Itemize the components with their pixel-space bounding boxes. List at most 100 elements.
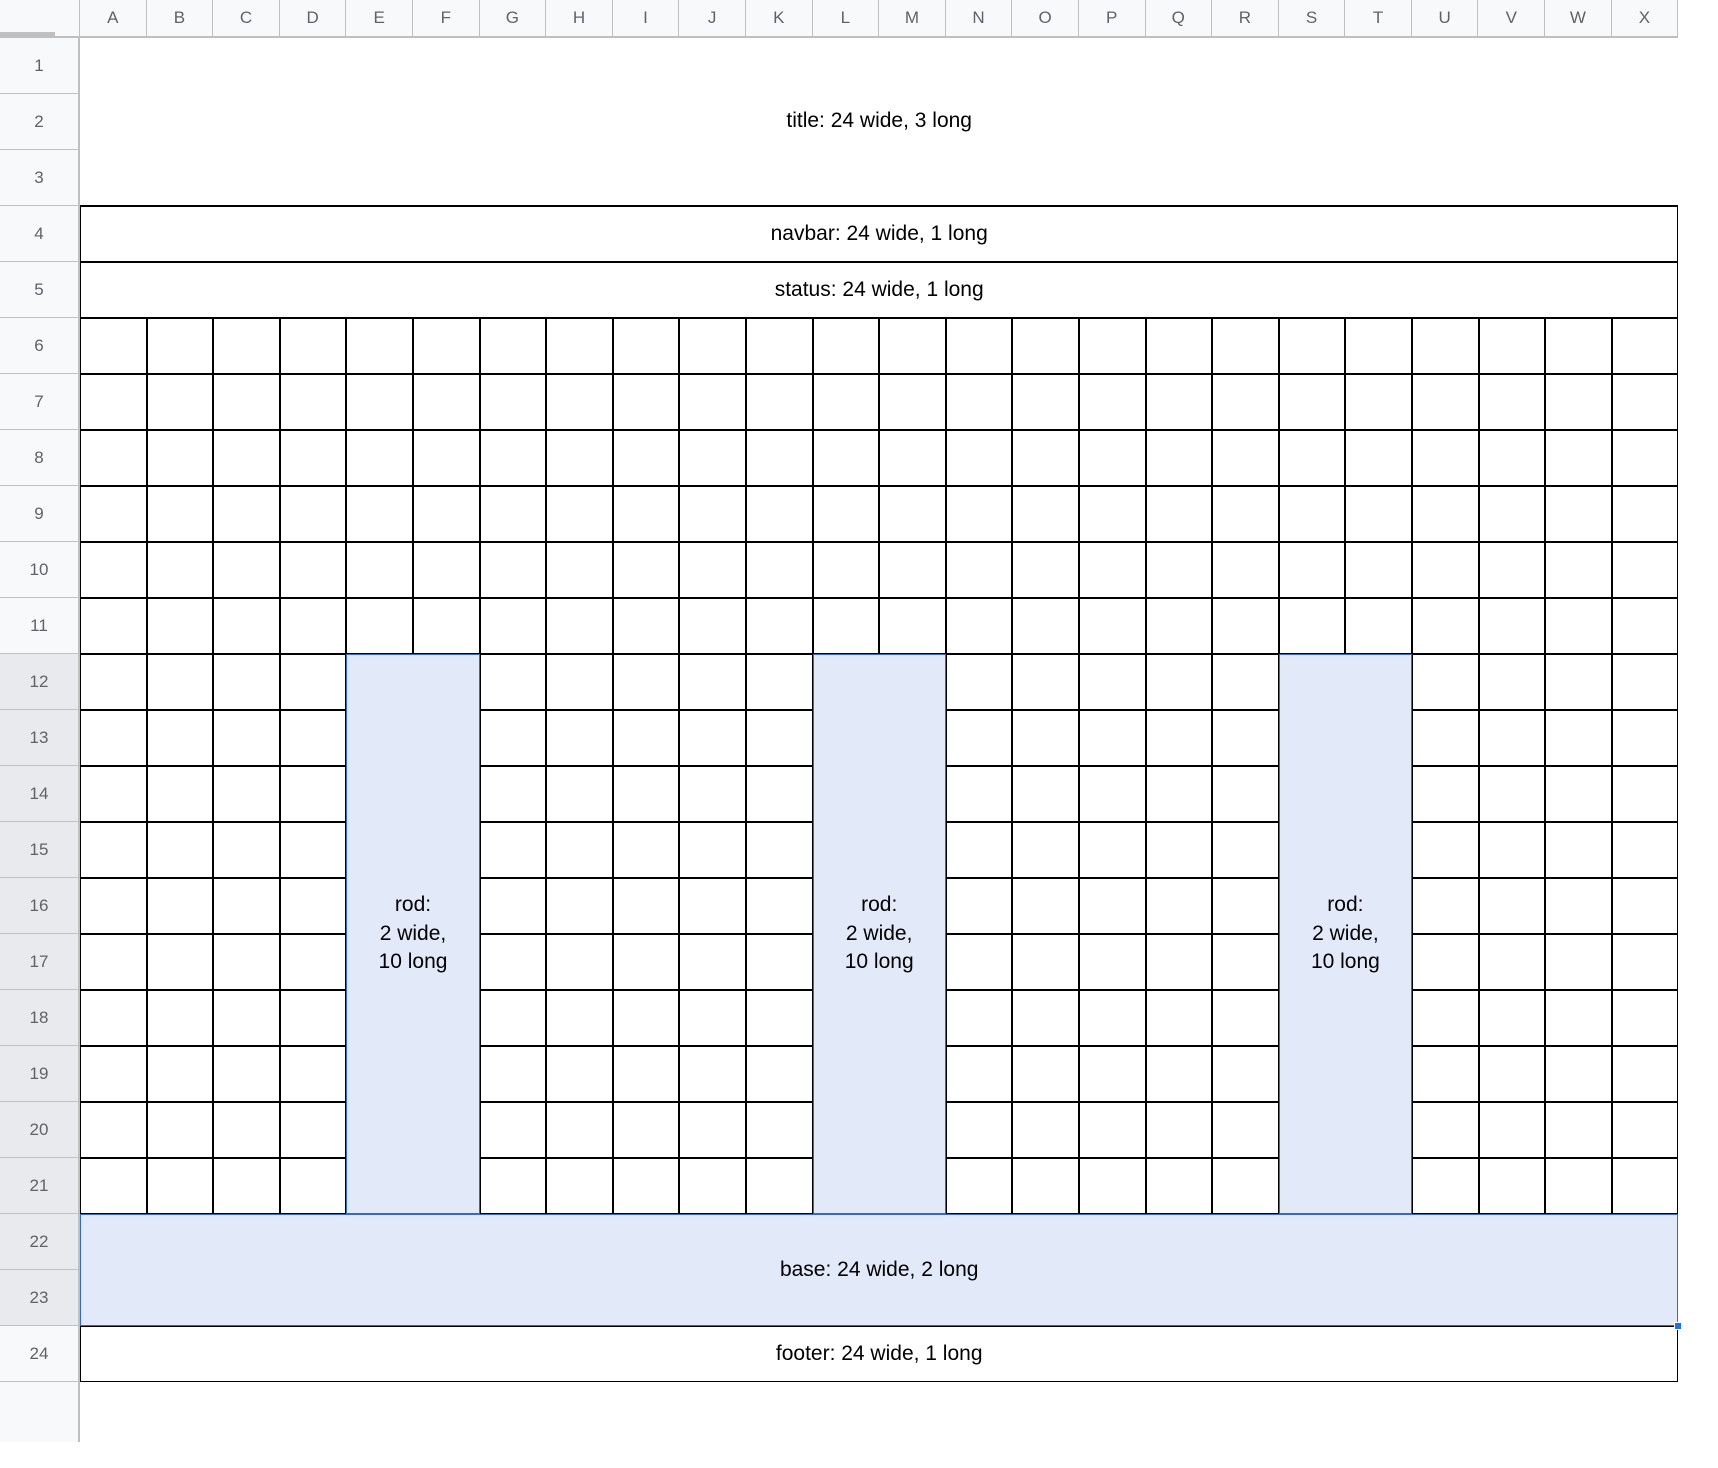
- cell[interactable]: [1545, 1158, 1612, 1214]
- row-header-11[interactable]: 11: [0, 598, 80, 654]
- cell[interactable]: [280, 766, 347, 822]
- cell[interactable]: [280, 654, 347, 710]
- cell[interactable]: [280, 878, 347, 934]
- cell[interactable]: [679, 878, 746, 934]
- cell[interactable]: [1012, 822, 1079, 878]
- cell[interactable]: [1412, 766, 1479, 822]
- column-header-J[interactable]: J: [679, 0, 746, 38]
- cell[interactable]: [1345, 486, 1412, 542]
- cell[interactable]: [147, 318, 214, 374]
- cell[interactable]: [1345, 374, 1412, 430]
- cell[interactable]: [413, 430, 480, 486]
- cell[interactable]: [879, 598, 946, 654]
- cell[interactable]: [80, 542, 147, 598]
- cell[interactable]: [280, 430, 347, 486]
- cell[interactable]: [213, 822, 280, 878]
- cell[interactable]: [1146, 710, 1213, 766]
- cell[interactable]: [1612, 934, 1679, 990]
- cell[interactable]: [80, 598, 147, 654]
- cell[interactable]: [1612, 1102, 1679, 1158]
- column-header-N[interactable]: N: [946, 0, 1013, 38]
- cell[interactable]: [1479, 318, 1546, 374]
- cell[interactable]: [80, 934, 147, 990]
- cell[interactable]: [546, 542, 613, 598]
- cell[interactable]: [679, 1046, 746, 1102]
- cell[interactable]: [613, 542, 680, 598]
- cell[interactable]: [679, 654, 746, 710]
- cell[interactable]: [946, 934, 1013, 990]
- cell[interactable]: [1612, 990, 1679, 1046]
- row-header-4[interactable]: 4: [0, 206, 80, 262]
- cell[interactable]: [213, 486, 280, 542]
- cell[interactable]: [1479, 1102, 1546, 1158]
- cell[interactable]: [613, 318, 680, 374]
- cell[interactable]: [1079, 710, 1146, 766]
- column-header-W[interactable]: W: [1545, 0, 1612, 38]
- cell[interactable]: [1545, 374, 1612, 430]
- column-header-R[interactable]: R: [1212, 0, 1279, 38]
- cell[interactable]: [1012, 710, 1079, 766]
- cell[interactable]: [1079, 990, 1146, 1046]
- cell[interactable]: [1279, 430, 1346, 486]
- cell[interactable]: [480, 878, 547, 934]
- cell[interactable]: [879, 486, 946, 542]
- cell[interactable]: [613, 374, 680, 430]
- cell[interactable]: [746, 822, 813, 878]
- cell[interactable]: [147, 374, 214, 430]
- cell[interactable]: [1479, 878, 1546, 934]
- cell[interactable]: [879, 374, 946, 430]
- cell[interactable]: [1012, 1102, 1079, 1158]
- cell[interactable]: [1012, 374, 1079, 430]
- cell[interactable]: [1146, 878, 1213, 934]
- cell[interactable]: [1079, 598, 1146, 654]
- cell[interactable]: [147, 990, 214, 1046]
- row-header-3[interactable]: 3: [0, 150, 80, 206]
- cell[interactable]: [746, 878, 813, 934]
- cell[interactable]: [746, 934, 813, 990]
- cell[interactable]: [1012, 934, 1079, 990]
- navbar-block[interactable]: navbar: 24 wide, 1 long: [80, 206, 1678, 262]
- cell[interactable]: [1412, 486, 1479, 542]
- cell[interactable]: [1545, 766, 1612, 822]
- cell[interactable]: [1612, 486, 1679, 542]
- cell[interactable]: [946, 1046, 1013, 1102]
- cell[interactable]: [1146, 1046, 1213, 1102]
- column-header-K[interactable]: K: [746, 0, 813, 38]
- row-header-20[interactable]: 20: [0, 1102, 80, 1158]
- cell[interactable]: [480, 598, 547, 654]
- cell[interactable]: [480, 934, 547, 990]
- cell[interactable]: [80, 710, 147, 766]
- cell[interactable]: [1345, 598, 1412, 654]
- cell[interactable]: [480, 486, 547, 542]
- cell[interactable]: [746, 374, 813, 430]
- cell[interactable]: [1612, 1158, 1679, 1214]
- cell[interactable]: [147, 542, 214, 598]
- column-header-F[interactable]: F: [413, 0, 480, 38]
- cell[interactable]: [1212, 1158, 1279, 1214]
- cell[interactable]: [1146, 374, 1213, 430]
- cell[interactable]: [613, 486, 680, 542]
- cell[interactable]: [546, 710, 613, 766]
- cell[interactable]: [679, 1102, 746, 1158]
- column-header-M[interactable]: M: [879, 0, 946, 38]
- cell[interactable]: [1012, 542, 1079, 598]
- cell[interactable]: [1612, 430, 1679, 486]
- cell[interactable]: [1612, 766, 1679, 822]
- cell[interactable]: [613, 1158, 680, 1214]
- cell[interactable]: [946, 654, 1013, 710]
- cell[interactable]: [613, 654, 680, 710]
- row-header-24[interactable]: 24: [0, 1326, 80, 1382]
- cell[interactable]: [1146, 766, 1213, 822]
- cell[interactable]: [1612, 710, 1679, 766]
- cell[interactable]: [1079, 934, 1146, 990]
- cell[interactable]: [813, 374, 880, 430]
- cell[interactable]: [746, 430, 813, 486]
- cell[interactable]: [480, 654, 547, 710]
- column-header-X[interactable]: X: [1612, 0, 1679, 38]
- cell[interactable]: [546, 374, 613, 430]
- column-header-U[interactable]: U: [1412, 0, 1479, 38]
- cell[interactable]: [1545, 430, 1612, 486]
- cell[interactable]: [280, 318, 347, 374]
- cell[interactable]: [1212, 1102, 1279, 1158]
- cell[interactable]: [946, 486, 1013, 542]
